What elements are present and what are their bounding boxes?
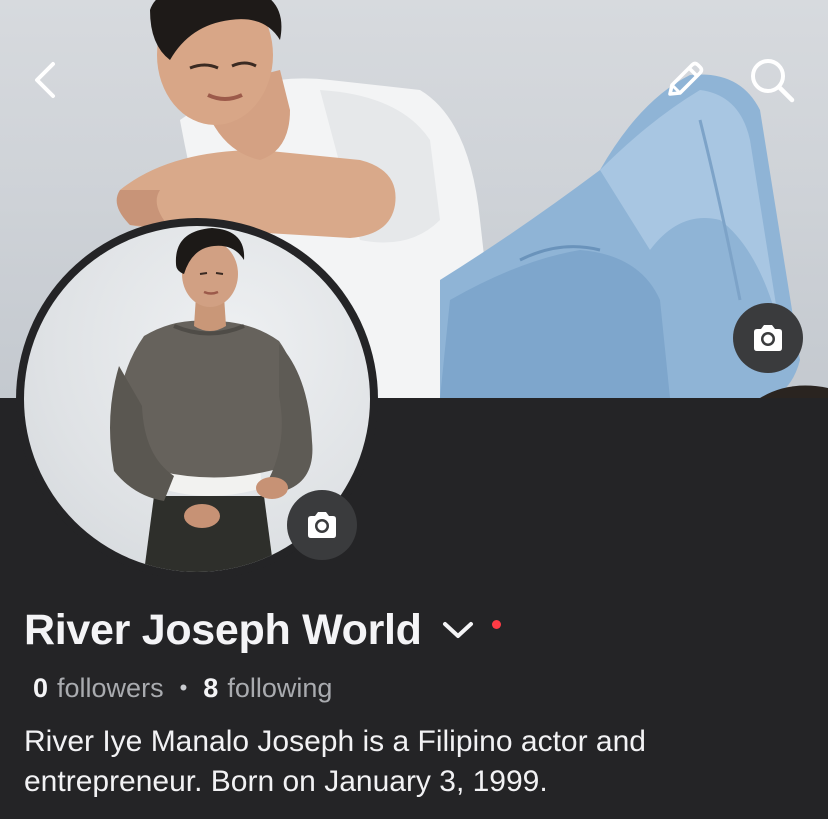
followers-label: followers [57,672,164,703]
following-label: following [227,672,333,703]
profile-bio: River Iye Manalo Joseph is a Filipino ac… [24,725,646,798]
search-icon [751,59,795,103]
followers-link[interactable]: 0 followers [33,673,164,704]
pencil-icon [668,61,704,96]
account-switcher-button[interactable] [440,610,480,650]
edit-cover-photo-button[interactable] [733,303,803,373]
following-link[interactable]: 8 following [203,673,332,704]
follow-stats: 0 followers • 8 following [33,670,332,706]
camera-icon [308,512,336,538]
profile-name-row: River Joseph World [24,600,501,660]
stats-separator: • [179,675,188,700]
chevron-down-icon [442,622,473,638]
notification-dot [491,619,501,629]
followers-count: 0 [33,672,49,703]
edit-profile-picture-button[interactable] [287,490,357,560]
profile-name: River Joseph World [24,605,422,654]
search-button[interactable] [744,52,800,108]
back-button[interactable] [18,52,74,108]
following-count: 8 [203,672,219,703]
camera-icon [754,325,782,351]
chevron-left-icon [35,62,55,98]
edit-button[interactable] [656,52,712,108]
